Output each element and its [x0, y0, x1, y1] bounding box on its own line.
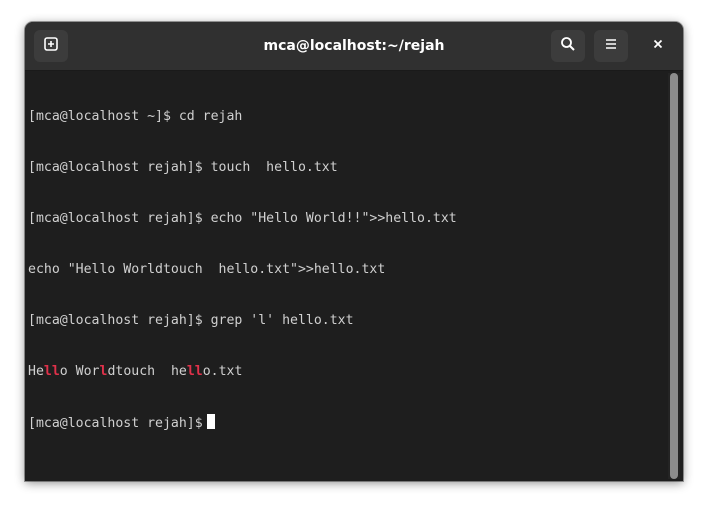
output-text: o Wor [59, 364, 100, 379]
grep-match: ll [43, 364, 60, 379]
output-text: He [28, 364, 44, 379]
prompt-line: [mca@localhost rejah]$ [28, 414, 665, 431]
search-icon [560, 36, 576, 57]
terminal-line: echo "Hello Worldtouch hello.txt">>hello… [28, 262, 386, 277]
terminal-output[interactable]: [mca@localhost ~]$ cd rejah [mca@localho… [25, 71, 665, 481]
close-icon [651, 37, 665, 56]
new-tab-button[interactable] [34, 30, 68, 62]
terminal-line: [mca@localhost rejah]$ echo "Hello World… [28, 211, 457, 226]
terminal-line: [mca@localhost rejah]$ touch hello.txt [28, 160, 338, 175]
hamburger-menu-icon [603, 36, 619, 57]
search-button[interactable] [551, 30, 585, 62]
grep-result-line: Hello Worldtouch hello.txt [28, 363, 665, 380]
menu-button[interactable] [594, 30, 628, 62]
title-bar: mca@localhost:~/rejah [25, 22, 683, 71]
text-cursor [206, 414, 215, 429]
scrollbar[interactable] [668, 73, 680, 479]
terminal-window: mca@localhost:~/rejah [mca@localhost ~]$… [25, 22, 683, 481]
scrollbar-thumb[interactable] [670, 73, 678, 479]
output-text: dtouch he [107, 364, 187, 379]
grep-match: ll [186, 364, 203, 379]
new-tab-icon [43, 36, 59, 57]
output-text: o.txt [202, 364, 243, 379]
shell-prompt: [mca@localhost rejah]$ [28, 416, 203, 431]
close-button[interactable] [641, 30, 675, 62]
window-title: mca@localhost:~/rejah [263, 38, 445, 54]
terminal-line: [mca@localhost ~]$ cd rejah [28, 109, 243, 124]
terminal-line: [mca@localhost rejah]$ grep 'l' hello.tx… [28, 313, 354, 328]
